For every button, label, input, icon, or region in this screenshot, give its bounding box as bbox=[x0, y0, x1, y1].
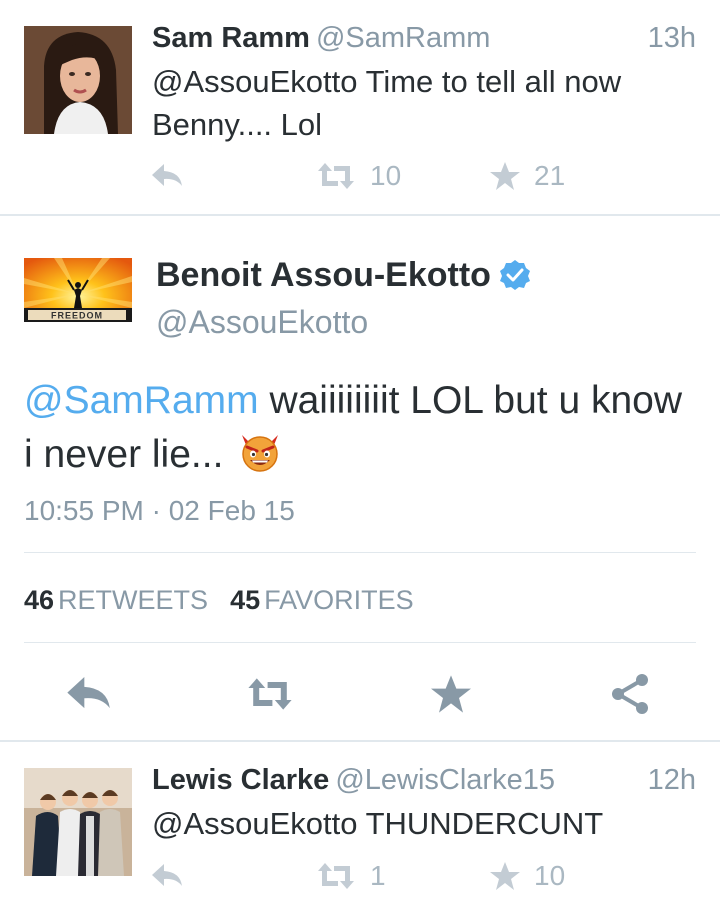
main-text-line-2-text: i never lie... bbox=[24, 433, 235, 476]
main-text-line-2: i never lie... bbox=[24, 428, 704, 482]
retweet-label: RETWEETS bbox=[58, 585, 209, 615]
retweet-button[interactable]: 1 bbox=[316, 858, 386, 894]
author-handle[interactable]: @SamRamm bbox=[316, 22, 490, 54]
tweet-below[interactable]: Lewis Clarke @LewisClarke15 12h @AssouEko… bbox=[0, 742, 720, 914]
star-icon bbox=[490, 862, 520, 890]
main-text-rest: waiiiiiiiit LOL but u know bbox=[258, 379, 683, 422]
share-icon bbox=[612, 674, 648, 714]
tweet-time: 12h bbox=[647, 764, 696, 796]
favorite-button[interactable] bbox=[427, 670, 475, 718]
avatar-sam-ramm[interactable] bbox=[24, 26, 132, 134]
retweet-count: 1 bbox=[370, 860, 386, 891]
main-tweet-actions bbox=[0, 666, 720, 722]
tweet-actions: 1 10 bbox=[152, 858, 692, 894]
reply-button[interactable] bbox=[152, 158, 184, 194]
retweet-count: 46 bbox=[24, 585, 55, 615]
retweet-button[interactable] bbox=[246, 670, 294, 718]
main-author-handle[interactable]: @AssouEkotto bbox=[156, 302, 368, 342]
tweet-actions: 10 21 bbox=[152, 158, 692, 194]
main-tweet-text: @SamRamm waiiiiiiiit LOL but u know i ne… bbox=[24, 374, 704, 482]
tweet-above[interactable]: Sam Ramm @SamRamm 13h @AssouEkotto Time t… bbox=[0, 0, 720, 214]
divider bbox=[24, 552, 696, 553]
author-name[interactable]: Lewis Clarke bbox=[152, 764, 329, 796]
retweet-icon bbox=[318, 163, 354, 189]
retweets-stat[interactable]: 46 RETWEETS bbox=[24, 585, 208, 615]
retweet-count: 10 bbox=[370, 160, 402, 191]
tweet-text: @AssouEkotto THUNDERCUNT bbox=[152, 806, 604, 841]
retweet-button[interactable]: 10 bbox=[316, 158, 401, 194]
author-name[interactable]: Sam Ramm bbox=[152, 22, 310, 54]
tweet-above-header: Sam Ramm @SamRamm bbox=[152, 20, 490, 56]
tweet-below-header: Lewis Clarke @LewisClarke15 bbox=[152, 762, 555, 798]
tweet-stats: 46 RETWEETS 45 FAVORITES bbox=[24, 582, 414, 618]
favorite-count: 45 bbox=[230, 585, 261, 615]
retweet-icon bbox=[318, 863, 354, 889]
reply-icon bbox=[152, 864, 182, 886]
retweet-icon bbox=[248, 678, 292, 710]
favorite-button[interactable]: 10 bbox=[490, 858, 565, 894]
divider bbox=[24, 642, 696, 643]
verified-badge-icon bbox=[499, 260, 530, 290]
devil-emoji-icon bbox=[242, 435, 279, 472]
reply-button[interactable] bbox=[66, 670, 114, 718]
favorites-stat[interactable]: 45 FAVORITES bbox=[230, 585, 414, 615]
favorite-label: FAVORITES bbox=[264, 585, 414, 615]
share-button[interactable] bbox=[606, 670, 654, 718]
avatar-benoit[interactable]: FREEDOM bbox=[24, 258, 132, 322]
favorite-button[interactable]: 21 bbox=[490, 158, 565, 194]
reply-button[interactable] bbox=[152, 858, 184, 894]
star-icon bbox=[490, 162, 520, 190]
avatar-lewis-clarke[interactable] bbox=[24, 768, 132, 876]
author-name[interactable]: Benoit Assou-Ekotto bbox=[156, 254, 491, 296]
divider bbox=[0, 214, 720, 216]
tweet-text-line: @AssouEkotto Time to tell all now bbox=[152, 64, 622, 99]
main-author-name[interactable]: Benoit Assou-Ekotto bbox=[156, 254, 531, 296]
star-icon bbox=[431, 675, 471, 713]
mention-link[interactable]: @SamRamm bbox=[24, 379, 259, 422]
reply-icon bbox=[152, 164, 182, 186]
favorite-count: 10 bbox=[534, 860, 566, 891]
favorite-count: 21 bbox=[534, 160, 566, 191]
main-text-line-1: @SamRamm waiiiiiiiit LOL but u know bbox=[24, 374, 704, 428]
avatar-label: FREEDOM bbox=[51, 311, 103, 321]
tweet-text: @AssouEkotto Time to tell all now Benny.… bbox=[152, 60, 692, 146]
main-timestamp: 10:55 PM · 02 Feb 15 bbox=[24, 495, 295, 526]
tweet-text-line: Benny.... Lol bbox=[152, 107, 323, 142]
reply-icon bbox=[67, 677, 110, 709]
author-handle[interactable]: @LewisClarke15 bbox=[335, 764, 555, 796]
tweet-time: 13h bbox=[647, 22, 696, 54]
